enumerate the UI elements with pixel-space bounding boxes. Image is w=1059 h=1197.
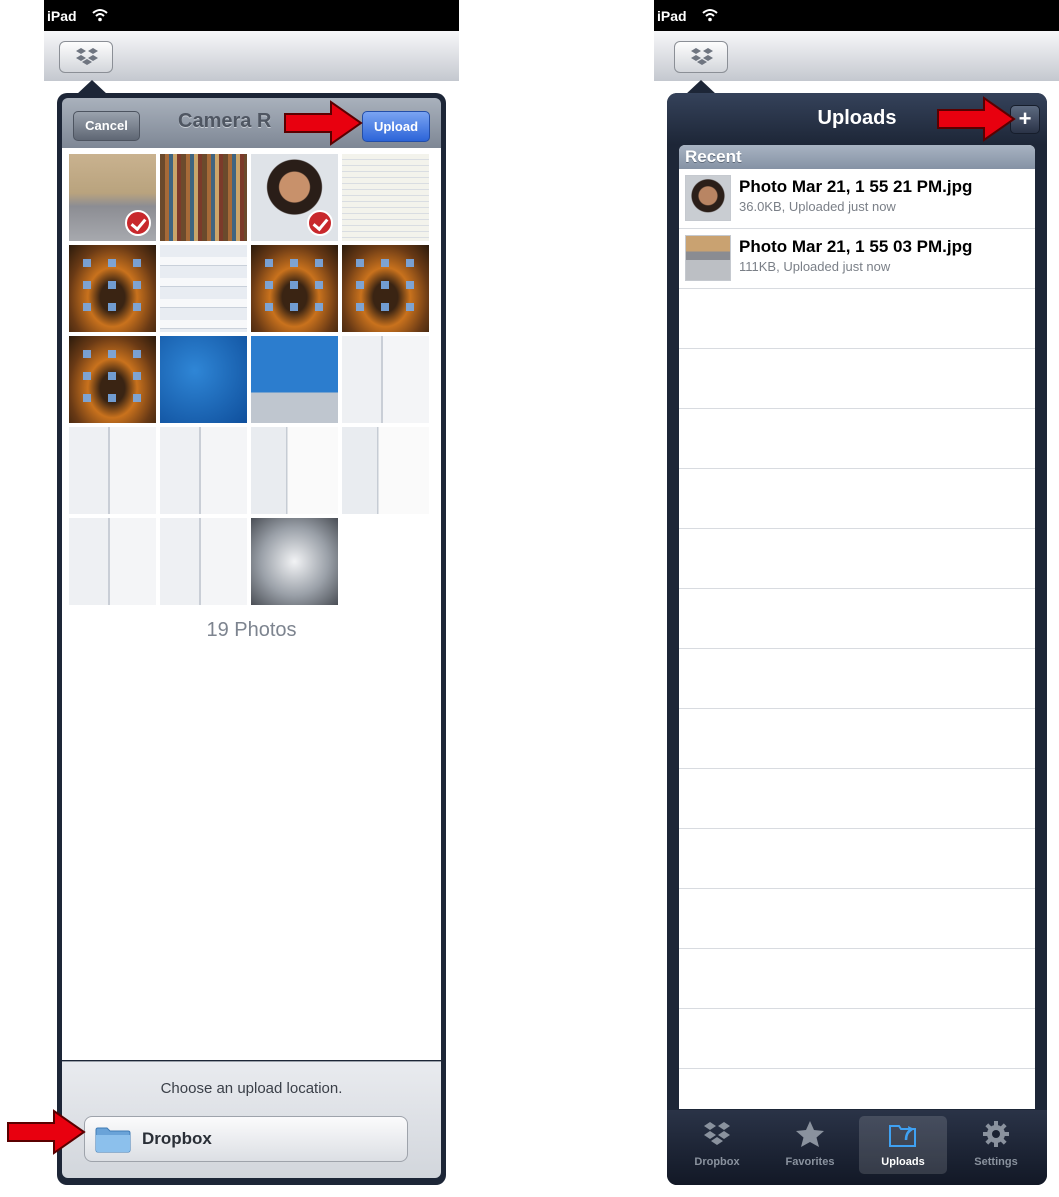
photo-thumbnail[interactable] bbox=[160, 427, 247, 514]
dropbox-icon bbox=[76, 48, 98, 65]
photo-thumbnail[interactable] bbox=[69, 427, 156, 514]
wifi-icon bbox=[92, 9, 108, 22]
uploads-screen: iPad Uploads + Recent Photo Mar 21, 1 55… bbox=[654, 0, 1059, 1197]
carrier-label: iPad bbox=[47, 8, 77, 24]
photo-count: 19 Photos bbox=[206, 619, 297, 641]
photo-thumbnail[interactable] bbox=[69, 518, 156, 605]
dropbox-menu-button[interactable] bbox=[674, 41, 728, 73]
upload-location-panel: Choose an upload location. Dropbox bbox=[62, 1061, 441, 1178]
upload-location-button[interactable]: Dropbox bbox=[84, 1116, 408, 1162]
annotation-arrow-upload bbox=[284, 100, 363, 146]
upload-folder-icon bbox=[889, 1125, 916, 1147]
upload-file-meta: 111KB, Uploaded just now bbox=[739, 259, 891, 274]
upload-location-label: Dropbox bbox=[142, 1129, 212, 1148]
dropbox-menu-button[interactable] bbox=[59, 41, 113, 73]
tab-uploads[interactable]: Uploads bbox=[859, 1116, 947, 1174]
photo-thumbnail[interactable] bbox=[69, 245, 156, 332]
upload-thumbnail bbox=[685, 175, 731, 221]
selected-check-icon bbox=[125, 210, 151, 236]
tab-label: Settings bbox=[974, 1156, 1018, 1168]
photo-thumbnail[interactable] bbox=[160, 245, 247, 332]
tab-label: Dropbox bbox=[694, 1156, 740, 1168]
upload-button[interactable]: Upload bbox=[362, 111, 430, 142]
gear-icon bbox=[983, 1121, 1009, 1147]
tab-label: Favorites bbox=[785, 1156, 835, 1168]
carrier-label: iPad bbox=[657, 8, 687, 24]
upload-thumbnail bbox=[685, 235, 731, 281]
photo-thumbnail[interactable] bbox=[251, 427, 338, 514]
tab-bar: Dropbox Favorites Uploads Settings bbox=[667, 1110, 1047, 1185]
photo-thumbnail[interactable] bbox=[160, 518, 247, 605]
uploads-popover: Uploads + Recent Photo Mar 21, 1 55 21 P… bbox=[667, 93, 1047, 1185]
status-bar: iPad bbox=[44, 0, 459, 31]
upload-file-meta: 36.0KB, Uploaded just now bbox=[739, 199, 896, 214]
photo-thumbnail[interactable] bbox=[251, 518, 338, 605]
camera-roll-screen: iPad Cancel Camera R Upload 19 Photos Ch… bbox=[44, 0, 459, 1197]
wifi-icon bbox=[702, 9, 718, 22]
selected-check-icon bbox=[307, 210, 333, 236]
photo-thumbnail[interactable] bbox=[342, 154, 429, 241]
section-header-recent: Recent bbox=[679, 145, 1035, 169]
upload-hint: Choose an upload location. bbox=[160, 1080, 343, 1097]
photo-thumbnail[interactable] bbox=[342, 245, 429, 332]
annotation-arrow-location bbox=[7, 1109, 86, 1155]
photo-thumbnail[interactable] bbox=[251, 336, 338, 423]
upload-row[interactable]: Photo Mar 21, 1 55 21 PM.jpg 36.0KB, Upl… bbox=[679, 169, 1035, 229]
uploads-list: Recent Photo Mar 21, 1 55 21 PM.jpg 36.0… bbox=[679, 145, 1035, 1109]
photo-thumbnail[interactable] bbox=[251, 245, 338, 332]
photo-thumbnail[interactable] bbox=[160, 336, 247, 423]
camera-roll-popover: Cancel Camera R Upload 19 Photos Choose … bbox=[57, 93, 446, 1185]
photo-thumbnail[interactable] bbox=[342, 336, 429, 423]
upload-file-name: Photo Mar 21, 1 55 03 PM.jpg bbox=[739, 237, 973, 256]
status-bar: iPad bbox=[654, 0, 1059, 31]
folder-icon bbox=[95, 1127, 131, 1153]
photo-thumbnail[interactable] bbox=[342, 427, 429, 514]
upload-file-name: Photo Mar 21, 1 55 21 PM.jpg bbox=[739, 177, 973, 196]
photo-grid-area: 19 Photos bbox=[62, 148, 441, 1060]
photo-thumbnail[interactable] bbox=[69, 336, 156, 423]
photo-thumbnail[interactable] bbox=[160, 154, 247, 241]
picker-navbar: Cancel Camera R Upload bbox=[62, 98, 441, 148]
annotation-arrow-add bbox=[937, 96, 1016, 142]
upload-row[interactable]: Photo Mar 21, 1 55 03 PM.jpg 111KB, Uplo… bbox=[679, 229, 1035, 289]
top-toolbar bbox=[44, 31, 459, 81]
dropbox-icon bbox=[691, 48, 713, 65]
tab-favorites[interactable]: Favorites bbox=[766, 1116, 854, 1174]
tab-dropbox[interactable]: Dropbox bbox=[673, 1116, 761, 1174]
photo-thumbnail[interactable] bbox=[251, 154, 338, 241]
star-icon bbox=[796, 1121, 824, 1147]
cancel-button[interactable]: Cancel bbox=[73, 111, 140, 141]
tab-label: Uploads bbox=[881, 1156, 925, 1168]
tab-settings[interactable]: Settings bbox=[952, 1116, 1040, 1174]
picker-title: Camera R bbox=[178, 110, 272, 132]
photo-thumbnail[interactable] bbox=[69, 154, 156, 241]
top-toolbar bbox=[654, 31, 1059, 81]
dropbox-icon bbox=[704, 1122, 730, 1145]
